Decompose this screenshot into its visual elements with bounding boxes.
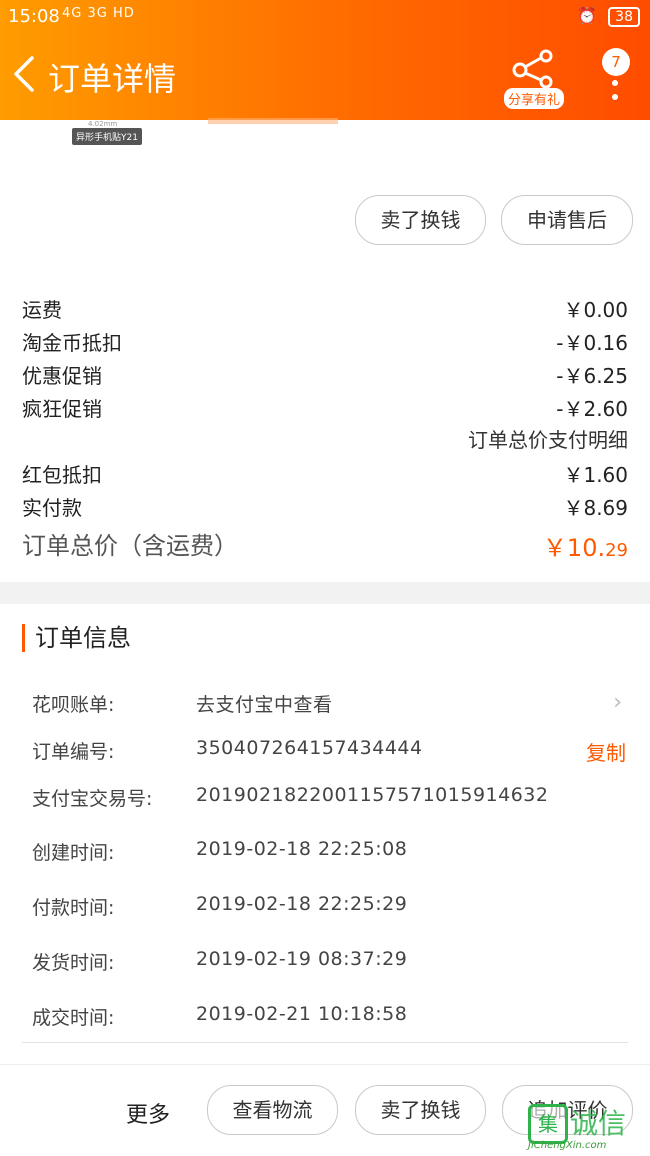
back-arrow-icon <box>14 56 34 92</box>
info-key: 花呗账单: <box>32 694 115 716</box>
fee-label: 淘金币抵扣 <box>22 331 122 355</box>
info-value: 2019-02-18 22:25:29 <box>196 893 408 915</box>
fee-label: 优惠促销 <box>22 364 102 388</box>
status-bar: 15:08 4G 3G HD ⏰ 38 <box>0 0 650 34</box>
info-value: 2019021822001157571015914632 <box>196 784 549 806</box>
watermark-mark: 集 <box>528 1104 568 1144</box>
more-dots-icon <box>612 80 618 108</box>
fee-row-shipping: 运费 ￥0.00 <box>22 294 628 326</box>
fee-value: -￥0.16 <box>556 331 628 355</box>
message-count-badge: 7 <box>602 48 630 76</box>
signal-indicator: 4G 3G HD <box>62 6 135 21</box>
product-thumb-size: 4.02mm <box>88 120 118 128</box>
order-total-value: ￥10.29 <box>543 528 628 563</box>
info-key: 订单编号: <box>32 741 115 763</box>
fee-value: ￥1.60 <box>563 463 628 487</box>
status-right: ⏰ 38 <box>577 6 640 27</box>
info-key: 创建时间: <box>32 842 115 864</box>
nav-bar: 订单详情 分享有礼 7 <box>0 40 650 114</box>
status-time: 15:08 <box>8 6 60 27</box>
order-info-title: 订单信息 <box>22 624 131 652</box>
currency-symbol: ￥ <box>542 534 567 562</box>
more-menu-button[interactable]: 7 <box>596 48 636 108</box>
chevron-right-icon: › <box>613 690 622 715</box>
info-value: 2019-02-19 08:37:29 <box>196 948 408 970</box>
watermark-url: JiChengXin.com <box>528 1140 607 1151</box>
alarm-icon: ⏰ <box>577 6 598 25</box>
view-logistics-button[interactable]: 查看物流 <box>207 1085 338 1135</box>
fee-row-paid: 实付款 ￥8.69 <box>22 492 628 524</box>
fee-row-redpacket: 红包抵扣 ￥1.60 <box>22 459 628 491</box>
share-label: 分享有礼 <box>504 88 565 109</box>
apply-after-sale-button[interactable]: 申请售后 <box>501 195 633 245</box>
info-row-completed: 成交时间: 2019-02-21 10:18:58 <box>32 1003 632 1039</box>
fee-label: 运费 <box>22 298 62 322</box>
fee-row-crazy-promo: 疯狂促销 -￥2.60 <box>22 393 628 425</box>
fee-value: ￥0.00 <box>563 298 628 322</box>
divider <box>22 1042 628 1043</box>
watermark-text: 诚信 <box>570 1107 627 1140</box>
info-key: 成交时间: <box>32 1007 115 1029</box>
fee-row-coin: 淘金币抵扣 -￥0.16 <box>22 327 628 359</box>
info-row-alipay-trade: 支付宝交易号: 2019021822001157571015914632 <box>32 784 632 820</box>
total-decimal: 29 <box>605 540 628 561</box>
info-row-paid: 付款时间: 2019-02-18 22:25:29 <box>32 893 632 929</box>
info-key: 支付宝交易号: <box>32 788 153 810</box>
info-value: 2019-02-18 22:25:08 <box>196 838 408 860</box>
info-value: 去支付宝中查看 <box>196 694 333 716</box>
order-total-row: 订单总价（含运费） ￥10.29 <box>22 526 628 566</box>
page-title: 订单详情 <box>48 60 177 98</box>
info-row-shipped: 发货时间: 2019-02-19 08:37:29 <box>32 948 632 984</box>
bottom-action-bar: 更多 查看物流 卖了换钱 追加评价 集 诚信 JiChengXin.com <box>0 1064 650 1156</box>
more-actions-button[interactable]: 更多 <box>126 1097 170 1129</box>
product-thumb-label: 异形手机贴Y21 <box>72 128 142 145</box>
fee-label: 红包抵扣 <box>22 463 102 487</box>
info-row-created: 创建时间: 2019-02-18 22:25:08 <box>32 838 632 874</box>
fee-label: 疯狂促销 <box>22 397 102 421</box>
share-button[interactable]: 分享有礼 <box>500 48 566 110</box>
info-row-order-number: 订单编号: 350407264157434444 复制 <box>32 737 632 773</box>
total-integer: 10. <box>566 534 606 562</box>
fee-label: 实付款 <box>22 496 82 520</box>
watermark-logo: 集 诚信 JiChengXin.com <box>526 1102 646 1151</box>
payment-detail-link[interactable]: 订单总价支付明细 <box>468 424 628 453</box>
sell-for-cash-bottom-button[interactable]: 卖了换钱 <box>355 1085 486 1135</box>
back-button[interactable] <box>10 54 50 98</box>
fee-value: -￥2.60 <box>556 397 628 421</box>
sell-for-cash-button[interactable]: 卖了换钱 <box>355 195 486 245</box>
battery-indicator: 38 <box>608 7 640 27</box>
app-header: 15:08 4G 3G HD ⏰ 38 订单详情 分享有礼 7 <box>0 0 650 120</box>
info-row-huabei[interactable]: 花呗账单: 去支付宝中查看 › <box>32 690 632 726</box>
product-promo-snippet <box>208 118 338 124</box>
fee-value: -￥6.25 <box>556 364 628 388</box>
fee-value: ￥8.69 <box>563 496 628 520</box>
order-total-label: 订单总价（含运费） <box>22 532 238 560</box>
copy-button[interactable]: 复制 <box>586 737 626 766</box>
share-icon <box>512 49 553 89</box>
info-value: 350407264157434444 <box>196 737 423 759</box>
section-gap <box>0 582 650 604</box>
info-value: 2019-02-21 10:18:58 <box>196 1003 408 1025</box>
fee-row-discount: 优惠促销 -￥6.25 <box>22 360 628 392</box>
info-key: 发货时间: <box>32 952 115 974</box>
info-key: 付款时间: <box>32 897 115 919</box>
